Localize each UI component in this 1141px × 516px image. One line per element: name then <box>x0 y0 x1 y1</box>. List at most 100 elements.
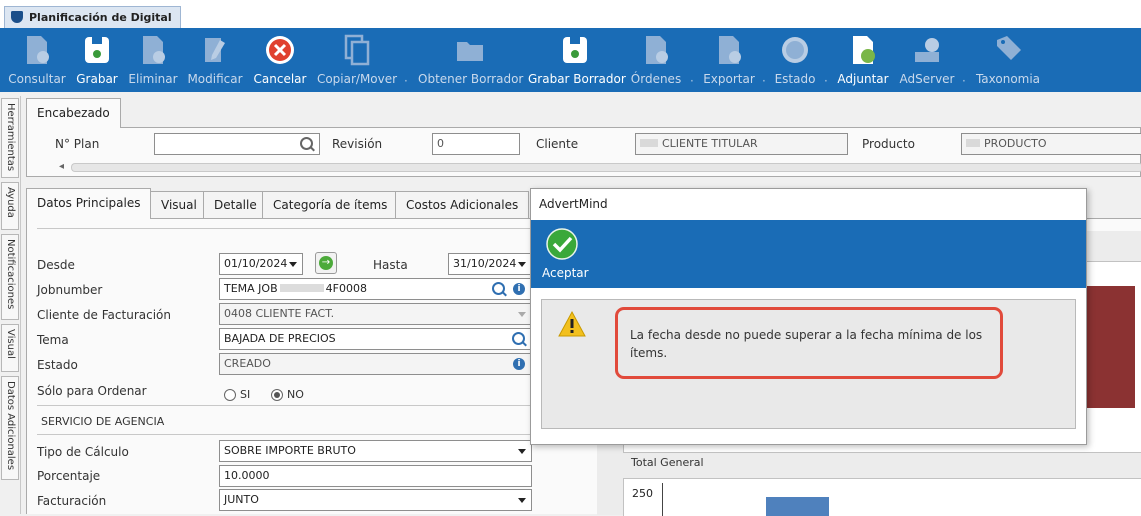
side-tab-herramientas[interactable]: Herramientas <box>1 98 19 178</box>
chart-bottom: 250 <box>623 478 1141 516</box>
info-icon[interactable]: i <box>513 358 525 370</box>
chevron-down-icon <box>518 449 526 454</box>
cliente-input[interactable]: CLIENTE TITULAR <box>635 133 848 155</box>
ordenes-button[interactable]: Órdenes <box>628 28 684 92</box>
app-logo-icon <box>11 11 23 23</box>
tema-label: Tema <box>37 333 69 347</box>
radio-no[interactable] <box>271 389 283 401</box>
redacted-block <box>966 139 980 147</box>
radio-si-label: SI <box>240 388 251 401</box>
jobnumber-input[interactable]: TEMA JOB 4F0008 i <box>219 278 532 300</box>
tab-categoria-items[interactable]: Categoría de ítems <box>262 191 399 219</box>
plan-input[interactable] <box>154 133 320 155</box>
side-tab-visual[interactable]: Visual <box>1 324 19 372</box>
copy-date-button[interactable]: → <box>315 252 337 274</box>
dialog-title: AdvertMind <box>539 197 608 211</box>
adjuntar-button[interactable]: Adjuntar <box>834 28 892 92</box>
hasta-date-picker[interactable]: 31/10/2024 <box>448 253 532 275</box>
cancelar-button[interactable]: Cancelar <box>250 28 310 92</box>
tab-detalle[interactable]: Detalle <box>203 191 268 219</box>
side-tab-datos-adicionales[interactable]: Datos Adicionales <box>1 376 19 480</box>
attach-icon <box>853 36 875 64</box>
search-icon[interactable] <box>492 282 505 295</box>
toolbar-separator: · <box>824 74 828 88</box>
exportar-button[interactable]: Exportar <box>700 28 758 92</box>
window-tab[interactable]: Planificación de Digital <box>4 6 181 28</box>
adserver-icon <box>915 38 939 62</box>
estado-input: CREADO i <box>219 353 532 375</box>
header-panel: N° Plan Revisión 0 Cliente CLIENTE TITUL… <box>26 127 1141 177</box>
producto-input[interactable]: PRODUCTO <box>961 133 1141 155</box>
adserver-button[interactable]: AdServer <box>896 28 958 92</box>
alert-dialog: AdvertMind Aceptar La fecha desde no pue… <box>530 188 1087 445</box>
orders-icon <box>646 36 668 64</box>
producto-label: Producto <box>862 137 915 151</box>
save-icon <box>85 37 109 63</box>
aceptar-label: Aceptar <box>542 266 589 280</box>
chevron-down-icon <box>289 262 297 267</box>
chart-axis <box>662 483 663 516</box>
toolbar-separator: · <box>690 74 694 88</box>
toolbar: Consultar Grabar Eliminar Modificar Canc… <box>0 28 1141 92</box>
dialog-body: La fecha desde no puede superar a la fec… <box>541 299 1076 429</box>
tipo-calculo-select[interactable]: SOBRE IMPORTE BRUTO <box>219 440 532 462</box>
side-tab-notificaciones[interactable]: Notificaciones <box>1 234 19 320</box>
grabar-button[interactable]: Grabar <box>72 28 122 92</box>
tab-encabezado[interactable]: Encabezado <box>26 98 121 128</box>
divider <box>37 405 533 406</box>
tab-costos-adicionales[interactable]: Costos Adicionales <box>395 191 530 219</box>
arrow-right-icon: → <box>319 256 333 270</box>
toolbar-separator: · <box>962 74 966 88</box>
total-general-label: Total General <box>631 456 704 469</box>
obtener-borrador-button[interactable]: Obtener Borrador <box>418 28 523 92</box>
header-scrollbar[interactable] <box>71 163 1141 172</box>
desde-date-picker[interactable]: 01/10/2024 <box>219 253 303 275</box>
cliente-label: Cliente <box>536 137 579 151</box>
toolbar-separator: · <box>404 74 408 88</box>
tipo-calculo-label: Tipo de Cálculo <box>37 445 129 459</box>
taxonomia-button[interactable]: Taxonomia <box>972 28 1044 92</box>
side-tab-ayuda[interactable]: Ayuda <box>1 182 19 230</box>
section-servicio-agencia: SERVICIO DE AGENCIA <box>41 415 165 428</box>
radio-si[interactable] <box>224 389 236 401</box>
desde-label: Desde <box>37 258 75 272</box>
chevron-down-icon <box>518 312 526 317</box>
error-message-text: La fecha desde no puede superar a la fec… <box>630 328 983 360</box>
grabar-borrador-button[interactable]: Grabar Borrador <box>528 28 626 92</box>
chevron-down-icon <box>518 498 526 503</box>
search-icon[interactable] <box>512 332 525 345</box>
toolbar-separator: · <box>762 74 766 88</box>
edit-icon <box>205 38 225 62</box>
facturacion-label: Facturación <box>37 494 107 508</box>
cancel-icon <box>266 36 294 64</box>
consultar-button[interactable]: Consultar <box>6 28 68 92</box>
error-message-highlight: La fecha desde no puede superar a la fec… <box>615 307 1003 379</box>
tab-datos-principales[interactable]: Datos Principales <box>26 188 152 219</box>
eliminar-button[interactable]: Eliminar <box>126 28 180 92</box>
cliente-facturacion-label: Cliente de Facturación <box>37 308 171 322</box>
aceptar-button[interactable]: Aceptar <box>539 226 589 282</box>
estado-button[interactable]: Estado <box>770 28 820 92</box>
folder-icon <box>457 42 483 61</box>
search-icon[interactable] <box>300 137 313 150</box>
chart-bar <box>766 497 829 516</box>
hasta-label: Hasta <box>373 258 408 272</box>
revision-input[interactable]: 0 <box>432 133 520 155</box>
dialog-toolbar: Aceptar <box>531 220 1086 288</box>
copiar-mover-button[interactable]: Copiar/Mover <box>316 28 398 92</box>
tab-visual[interactable]: Visual <box>150 191 208 219</box>
doc-delete-icon <box>143 36 165 64</box>
cliente-facturacion-select[interactable]: 0408 CLIENTE FACT. <box>219 303 532 325</box>
modificar-button[interactable]: Modificar <box>184 28 246 92</box>
divider <box>37 434 533 435</box>
save-draft-icon <box>563 37 587 63</box>
porcentaje-input[interactable]: 10.0000 <box>219 465 532 487</box>
tema-input[interactable]: BAJADA DE PRECIOS <box>219 328 532 350</box>
scroll-left-arrow[interactable]: ◂ <box>59 161 64 172</box>
solo-ordenar-label: Sólo para Ordenar <box>37 384 147 398</box>
redacted-block <box>279 284 324 292</box>
jobnumber-label: Jobnumber <box>37 283 103 297</box>
facturacion-select[interactable]: JUNTO <box>219 489 532 511</box>
info-icon[interactable]: i <box>513 283 525 295</box>
revision-label: Revisión <box>332 137 383 151</box>
